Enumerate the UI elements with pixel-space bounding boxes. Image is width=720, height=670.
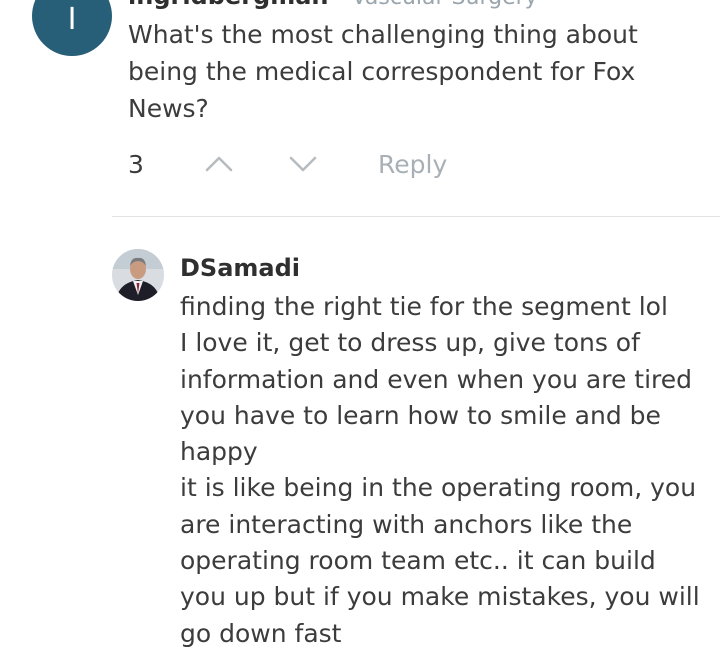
divider — [112, 216, 720, 217]
answer-line: happy — [180, 437, 258, 467]
question-header: ingridbergman Vascular Surgery — [128, 0, 538, 10]
answer-line: I love it, get to dress up, give tons of — [180, 328, 640, 358]
question-text: What's the most challenging thing about … — [128, 20, 638, 123]
answer-line: you up but if you make mistakes, you wil… — [180, 582, 700, 612]
answer-line: you have to learn how to smile and be — [180, 400, 661, 430]
answer-line: go down fast — [180, 618, 342, 648]
answer-text: finding the right tie for the segment lo… — [180, 289, 710, 652]
answer-line: it is like being in the operating room, … — [180, 473, 697, 503]
chevron-up-icon — [205, 156, 233, 172]
answer-line: finding the right tie for the segment lo… — [180, 292, 668, 321]
person-photo — [112, 249, 164, 301]
question-author-name[interactable]: ingridbergman — [128, 0, 329, 10]
reply-button[interactable]: Reply — [378, 150, 447, 179]
answer-line: are interacting with anchors like the — [180, 509, 633, 539]
answer-author-name[interactable]: DSamadi — [180, 254, 300, 282]
answer-author-avatar[interactable] — [112, 249, 164, 301]
avatar-initial: I — [67, 1, 77, 37]
answer-line: operating room team etc.. it can build — [180, 546, 656, 576]
answer-line: information and even when you are tired — [180, 364, 693, 394]
question-author-specialty: Vascular Surgery — [352, 0, 538, 10]
chevron-down-icon — [289, 156, 317, 172]
vote-count: 3 — [128, 150, 144, 179]
upvote-button[interactable] — [204, 154, 234, 178]
question-author-avatar[interactable]: I — [32, 0, 112, 56]
downvote-button[interactable] — [288, 154, 318, 178]
